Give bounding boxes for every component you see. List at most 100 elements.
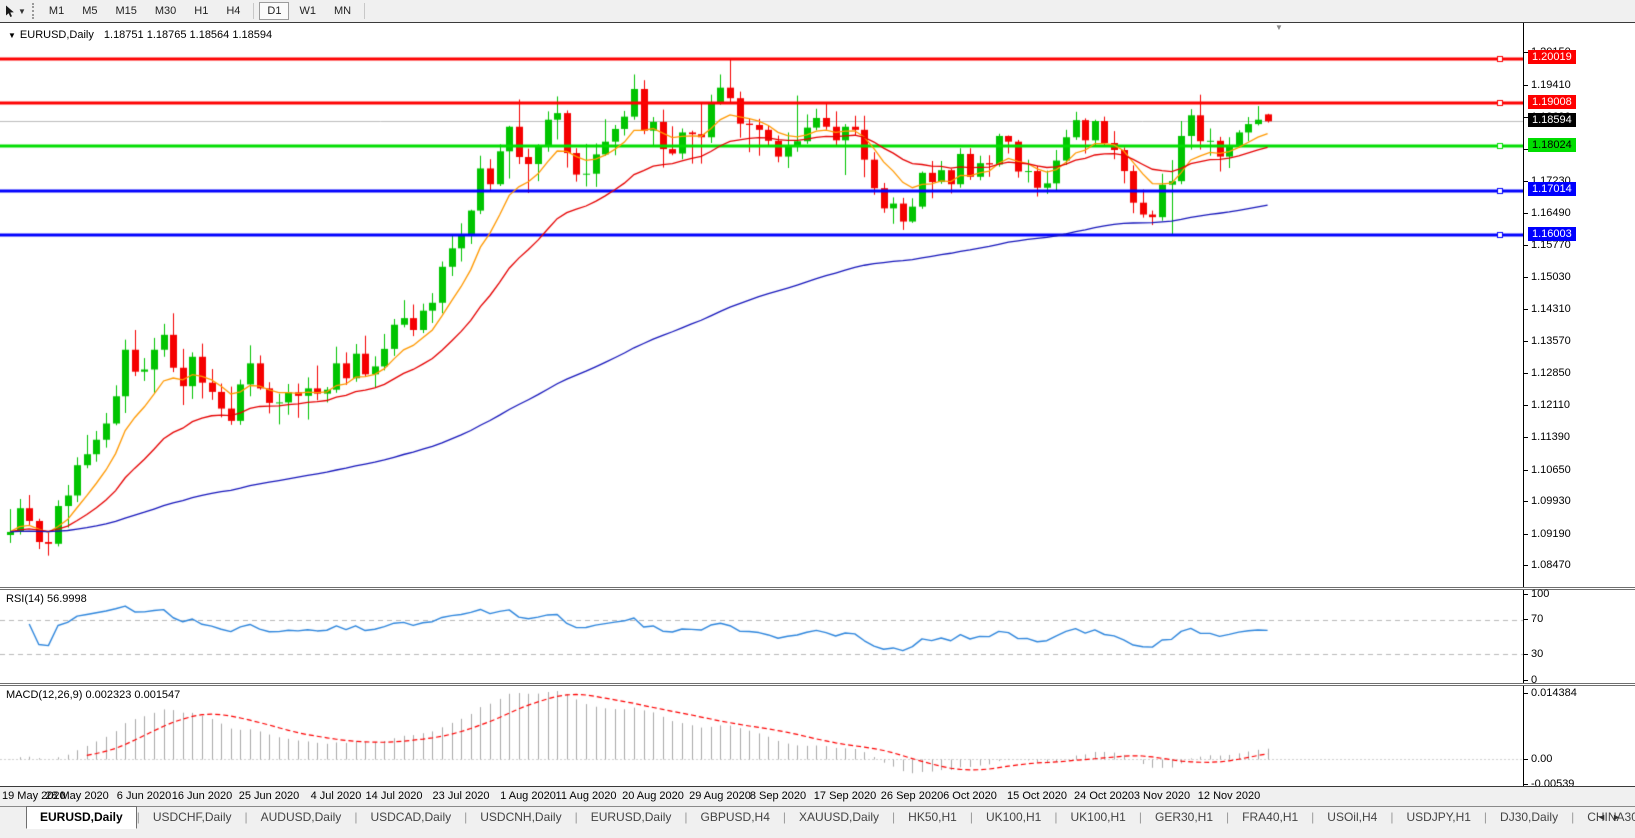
date-label: 17 Sep 2020 (814, 790, 876, 802)
price-tick-label: 1.08470 (1531, 559, 1571, 571)
rsi-canvas[interactable] (0, 590, 1523, 683)
macd-tick-dash (1524, 784, 1528, 785)
date-label: 8 Sep 2020 (750, 790, 806, 802)
price-tick-dash (1524, 309, 1528, 310)
collapse-arrow-icon[interactable]: ▼ (8, 31, 16, 40)
price-tick-label: 1.11390 (1531, 431, 1570, 443)
macd-tick-dash (1524, 693, 1528, 694)
price-tick-dash (1524, 245, 1528, 246)
chart-tab-usoil-h4[interactable]: USOil,H4 (1314, 807, 1390, 828)
chart-tab-xauusd-daily[interactable]: XAUUSD,Daily (786, 807, 892, 828)
price-tick-label: 1.12110 (1531, 399, 1570, 411)
date-label: 16 Jun 2020 (172, 790, 233, 802)
date-label: 25 Jun 2020 (239, 790, 300, 802)
date-label: 4 Jul 2020 (311, 790, 362, 802)
timeframe-button-d1[interactable]: D1 (259, 2, 289, 20)
price-tick-label: 1.14310 (1531, 303, 1571, 315)
date-label: 20 Aug 2020 (622, 790, 684, 802)
price-tick-dash (1524, 470, 1528, 471)
date-label: 6 Oct 2020 (943, 790, 997, 802)
price-tick-label: 1.16490 (1531, 207, 1571, 219)
chart-tab-usdjpy-h1[interactable]: USDJPY,H1 (1393, 807, 1483, 828)
chart-ohlc-values: 1.18751 1.18765 1.18564 1.18594 (104, 29, 272, 41)
price-tick-dash (1524, 213, 1528, 214)
macd-scale[interactable]: 0.0143840.00-0.00539 (1523, 686, 1635, 786)
price-tick-label: 1.09930 (1531, 495, 1571, 507)
toolbar-separator (364, 3, 365, 19)
date-label: 6 Jun 2020 (117, 790, 171, 802)
price-tick-label: 1.12850 (1531, 367, 1571, 379)
chart-title: ▼EURUSD,Daily1.18751 1.18765 1.18564 1.1… (8, 29, 272, 41)
rsi-tick-label: 30 (1531, 648, 1543, 660)
main-chart-panel: ▼EURUSD,Daily1.18751 1.18765 1.18564 1.1… (0, 23, 1635, 587)
timeframe-button-mn[interactable]: MN (326, 2, 359, 20)
chart-tab-ger30-h1[interactable]: GER30,H1 (1142, 807, 1226, 828)
timeframe-button-w1[interactable]: W1 (291, 2, 324, 20)
chart-tab-eurusd-daily[interactable]: EURUSD,Daily (578, 807, 685, 828)
macd-tick-dash (1524, 759, 1528, 760)
price-level-label: 1.16003 (1528, 227, 1576, 241)
tab-scroll-left-icon[interactable]: ◄ (1597, 812, 1612, 822)
main-chart-canvas[interactable] (0, 23, 1523, 587)
date-label: 12 Nov 2020 (1198, 790, 1260, 802)
tab-scroll-arrows: ◄► (1597, 812, 1627, 822)
price-level-label: 1.19008 (1528, 95, 1576, 109)
macd-panel: MACD(12,26,9) 0.002323 0.001547 0.014384… (0, 686, 1635, 786)
chart-tab-bar: EURUSD,Daily|USDCHF,Daily|AUDUSD,Daily|U… (0, 806, 1635, 831)
price-tick-dash (1524, 437, 1528, 438)
time-scale[interactable]: 19 May 202028 May 20206 Jun 202016 Jun 2… (0, 787, 1635, 806)
price-tick-dash (1524, 501, 1528, 502)
price-tick-label: 1.09190 (1531, 528, 1571, 540)
timeframe-toolbar: ▼ M1M5M15M30H1H4 D1W1MN (0, 0, 1635, 22)
date-label: 1 Aug 2020 (500, 790, 556, 802)
date-label: 14 Jul 2020 (366, 790, 423, 802)
rsi-panel: RSI(14) 56.9998 10070300 (0, 590, 1635, 683)
chart-tab-hk50-h1[interactable]: HK50,H1 (895, 807, 970, 828)
toolbar-grip[interactable] (32, 3, 34, 19)
date-label: 26 Sep 2020 (881, 790, 943, 802)
current-price-label: 1.18594 (1528, 113, 1576, 127)
chart-tab-fra40-h1[interactable]: FRA40,H1 (1229, 807, 1311, 828)
chart-tab-gbpusd-h4[interactable]: GBPUSD,H4 (688, 807, 783, 828)
chart-tab-dj30-daily[interactable]: DJ30,Daily (1487, 807, 1571, 828)
chart-tab-uk100-h1[interactable]: UK100,H1 (973, 807, 1054, 828)
macd-tick-label: 0.014384 (1531, 687, 1577, 699)
chart-tab-usdcad-daily[interactable]: USDCAD,Daily (357, 807, 464, 828)
timeframe-button-h4[interactable]: H4 (218, 2, 248, 20)
price-tick-dash (1524, 277, 1528, 278)
tab-scroll-right-icon[interactable]: ► (1612, 812, 1627, 822)
timeframe-button-m1[interactable]: M1 (41, 2, 72, 20)
price-tick-label: 1.15030 (1531, 271, 1571, 283)
date-label: 23 Jul 2020 (433, 790, 490, 802)
chart-tab-uk100-h1[interactable]: UK100,H1 (1057, 807, 1138, 828)
chart-tab-usdchf-daily[interactable]: USDCHF,Daily (140, 807, 245, 828)
price-tick-dash (1524, 534, 1528, 535)
price-tick-dash (1524, 405, 1528, 406)
chart-shift-marker-icon[interactable]: ▼ (1275, 23, 1283, 32)
rsi-tick-dash (1524, 680, 1528, 681)
rsi-label: RSI(14) 56.9998 (6, 593, 87, 605)
timeframe-button-h1[interactable]: H1 (186, 2, 216, 20)
price-level-label: 1.18024 (1528, 138, 1576, 152)
price-tick-label: 1.10650 (1531, 464, 1571, 476)
cursor-tool-dropdown-icon[interactable]: ▼ (18, 7, 26, 16)
cursor-tool-icon[interactable] (5, 5, 16, 18)
chart-tab-usdcnh-daily[interactable]: USDCNH,Daily (467, 807, 574, 828)
date-label: 24 Oct 2020 (1074, 790, 1134, 802)
chart-tab-audusd-daily[interactable]: AUDUSD,Daily (248, 807, 355, 828)
price-level-label: 1.17014 (1528, 182, 1576, 196)
macd-canvas[interactable] (0, 686, 1523, 786)
toolbar-separator (253, 3, 254, 19)
price-scale[interactable]: 1.201501.194101.186901.179501.172301.164… (1523, 23, 1635, 587)
rsi-scale[interactable]: 10070300 (1523, 590, 1635, 683)
price-tick-label: 1.19410 (1531, 79, 1571, 91)
price-level-label: 1.20019 (1528, 50, 1576, 64)
rsi-tick-dash (1524, 594, 1528, 595)
price-tick-label: 1.13570 (1531, 335, 1571, 347)
timeframe-button-m5[interactable]: M5 (74, 2, 105, 20)
rsi-tick-label: 100 (1531, 588, 1549, 600)
timeframe-button-m30[interactable]: M30 (147, 2, 184, 20)
chart-tab-eurusd-daily[interactable]: EURUSD,Daily (26, 806, 137, 829)
price-tick-dash (1524, 85, 1528, 86)
timeframe-button-m15[interactable]: M15 (107, 2, 144, 20)
